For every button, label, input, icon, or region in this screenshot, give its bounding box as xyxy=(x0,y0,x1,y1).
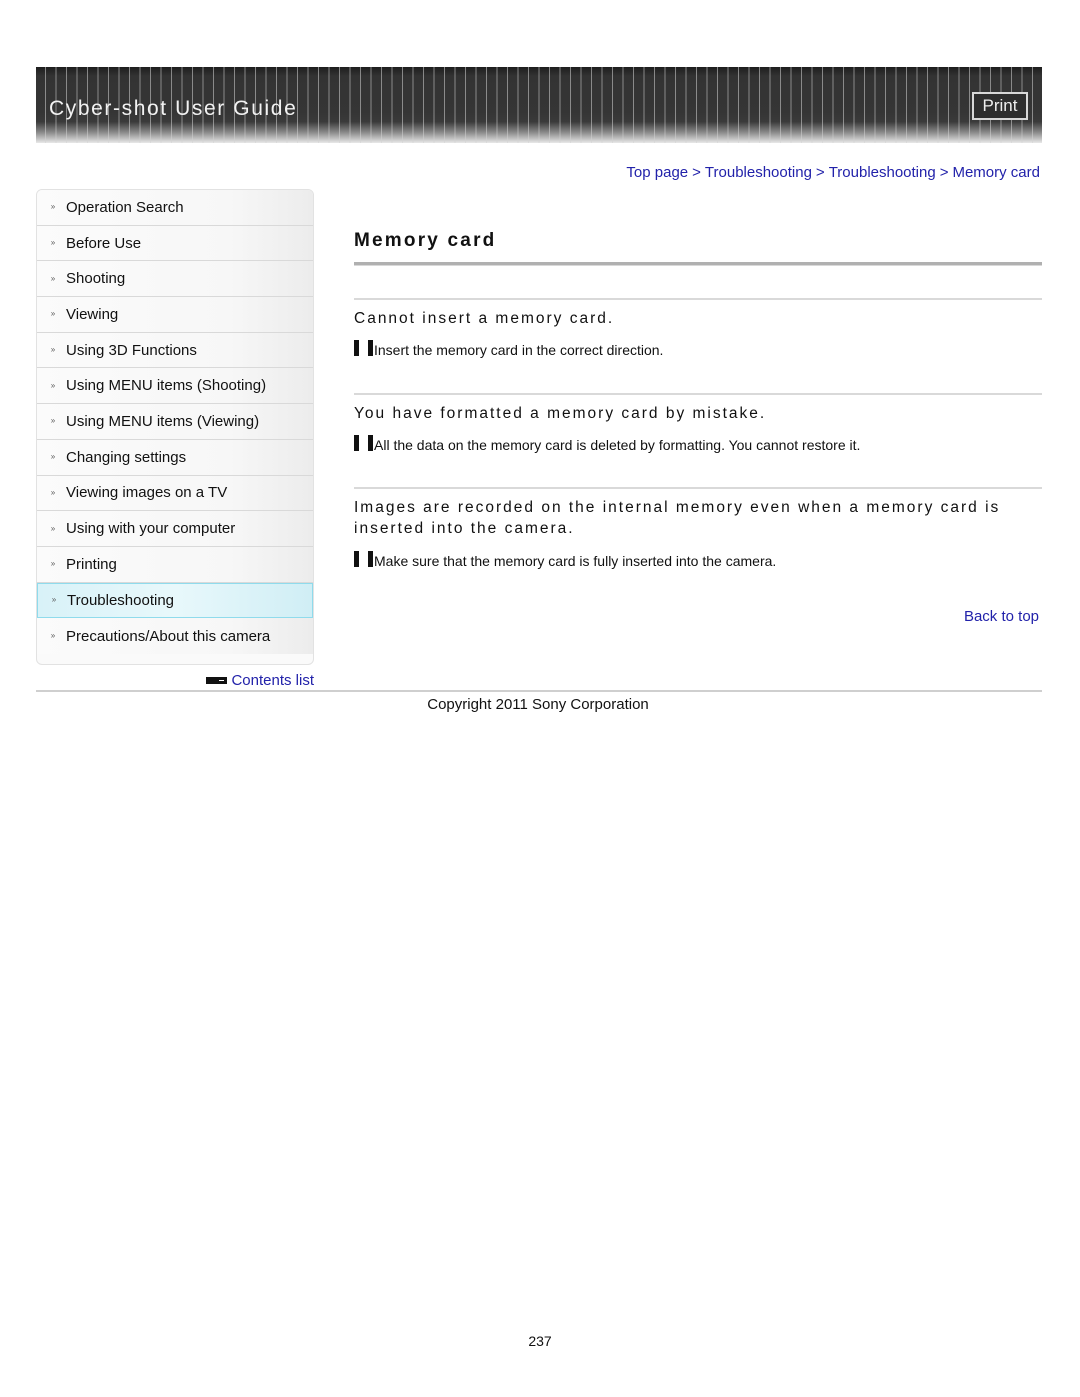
sidebar-item-label: Viewing images on a TV xyxy=(66,484,228,502)
breadcrumb-memory-card[interactable]: Memory card xyxy=(952,164,1040,181)
answer-body: Insert the memory card in the correct di… xyxy=(374,342,664,358)
double-chevron-icon: » xyxy=(50,273,56,283)
double-chevron-icon: » xyxy=(50,380,56,390)
contents-list-link[interactable]: Contents list xyxy=(206,672,314,689)
question-title: Cannot insert a memory card. xyxy=(354,310,615,327)
answer-bullet-icon xyxy=(354,340,373,356)
section-divider xyxy=(354,487,1042,489)
back-to-top-link[interactable]: Back to top xyxy=(964,608,1039,625)
sidebar-item-before-use[interactable]: » Before Use xyxy=(37,225,313,262)
main-content: Memory card Cannot insert a memory card.… xyxy=(354,230,1042,569)
double-chevron-icon: » xyxy=(50,309,56,319)
sidebar-item-3d-functions[interactable]: » Using 3D Functions xyxy=(37,332,313,369)
sidebar-item-printing[interactable]: » Printing xyxy=(37,546,313,583)
guide-title: Cyber-shot User Guide xyxy=(49,97,298,120)
answer-text: All the data on the memory card is delet… xyxy=(354,435,1042,453)
sidebar-item-label: Viewing xyxy=(66,305,119,323)
answer-bullet-icon xyxy=(354,435,373,451)
breadcrumb-troubleshooting-sub[interactable]: Troubleshooting xyxy=(829,164,936,181)
page-number: 237 xyxy=(528,1333,552,1349)
title-divider xyxy=(354,262,1042,266)
sidebar-item-label: Troubleshooting xyxy=(67,591,175,609)
sidebar-item-viewing[interactable]: » Viewing xyxy=(37,297,313,333)
section-divider xyxy=(354,298,1042,300)
question-title: Images are recorded on the internal memo… xyxy=(354,499,1001,537)
double-chevron-icon: » xyxy=(50,487,56,497)
sidebar-item-label: Before Use xyxy=(66,234,142,252)
double-chevron-icon: » xyxy=(51,595,57,605)
sidebar-item-menu-viewing[interactable]: » Using MENU items (Viewing) xyxy=(37,404,313,440)
sidebar-item-viewing-tv[interactable]: » Viewing images on a TV xyxy=(37,475,313,512)
breadcrumb-separator: > xyxy=(815,164,825,181)
page-title: Memory card xyxy=(354,230,497,251)
sidebar-item-label: Operation Search xyxy=(66,198,184,216)
sidebar-nav: » Operation Search » Before Use » Shooting … xyxy=(36,189,314,665)
sidebar-item-menu-shooting[interactable]: » Using MENU items (Shooting) xyxy=(37,368,313,405)
sidebar-item-label: Shooting xyxy=(66,270,126,288)
double-chevron-icon: » xyxy=(50,345,56,355)
sidebar-item-label: Using 3D Functions xyxy=(66,341,197,359)
breadcrumb-separator: > xyxy=(692,164,701,181)
footer-divider xyxy=(36,690,1042,692)
double-chevron-icon: » xyxy=(50,202,56,212)
sidebar-item-troubleshooting[interactable]: » Troubleshooting xyxy=(37,582,313,619)
answer-body: Make sure that the memory card is fully … xyxy=(374,553,777,569)
sidebar-item-label: Using MENU items (Viewing) xyxy=(66,412,260,430)
breadcrumb-top-page[interactable]: Top page xyxy=(626,164,688,181)
answer-body: All the data on the memory card is delet… xyxy=(374,437,861,453)
double-chevron-icon: » xyxy=(50,238,56,248)
sidebar-item-label: Using with your computer xyxy=(66,520,236,538)
double-chevron-icon: » xyxy=(50,452,56,462)
contents-list-label: Contents list xyxy=(231,672,314,689)
print-button[interactable]: Print xyxy=(972,92,1028,120)
sidebar-item-precautions[interactable]: » Precautions/About this camera xyxy=(37,618,313,654)
double-chevron-icon: » xyxy=(50,559,56,569)
double-chevron-icon: » xyxy=(50,523,56,533)
answer-text: Make sure that the memory card is fully … xyxy=(354,551,1042,569)
section-divider xyxy=(354,393,1042,395)
sidebar-item-operation-search[interactable]: » Operation Search xyxy=(37,190,313,226)
answer-text: Insert the memory card in the correct di… xyxy=(354,340,1042,358)
double-chevron-icon: » xyxy=(50,416,56,426)
header-banner: Cyber-shot User Guide Print xyxy=(36,67,1042,143)
breadcrumb: Top page > Troubleshooting > Troubleshooting… xyxy=(626,164,1040,181)
question-title: You have formatted a memory card by mist… xyxy=(354,405,767,422)
sidebar-item-changing-settings[interactable]: » Changing settings xyxy=(37,439,313,476)
sidebar-item-label: Printing xyxy=(66,555,117,573)
answer-bullet-icon xyxy=(354,551,373,567)
sidebar-item-label: Using MENU items (Shooting) xyxy=(66,377,267,395)
breadcrumb-separator: > xyxy=(939,164,949,181)
sidebar-item-shooting[interactable]: » Shooting xyxy=(37,261,313,298)
sidebar-item-computer[interactable]: » Using with your computer xyxy=(37,511,313,547)
double-chevron-icon: » xyxy=(50,631,56,641)
contents-list-icon xyxy=(206,677,228,684)
sidebar-item-label: Changing settings xyxy=(66,448,187,466)
breadcrumb-troubleshooting[interactable]: Troubleshooting xyxy=(705,164,812,181)
copyright-text: Copyright 2011 Sony Corporation xyxy=(427,696,649,713)
sidebar-item-label: Precautions/About this camera xyxy=(66,627,271,645)
